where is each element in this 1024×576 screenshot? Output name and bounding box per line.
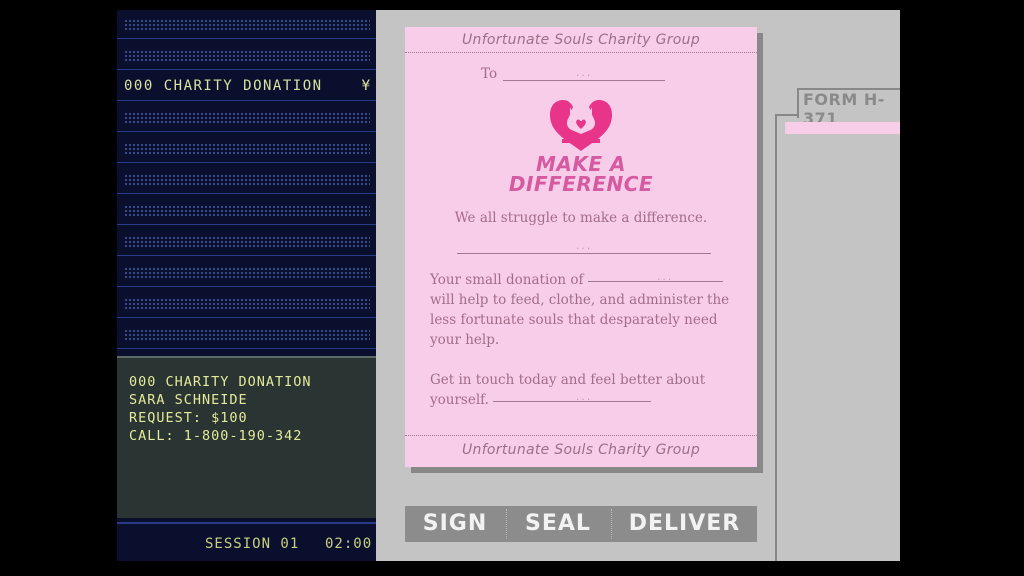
headline-line: DIFFERENCE: [508, 172, 654, 196]
form-folder[interactable]: [775, 114, 900, 561]
sign-button[interactable]: SIGN: [405, 506, 505, 542]
action-button-bar: SIGN SEAL DELIVER: [405, 506, 757, 542]
field-marker: ...: [656, 273, 673, 283]
session-timer: 02:00: [325, 536, 373, 552]
message-slot-empty: [117, 165, 376, 194]
detail-line: REQUEST: $100: [129, 410, 248, 426]
headline: MAKE A DIFFERENCE: [405, 154, 757, 194]
message-list-panel: 000 CHARITY DONATION ¥ 000 CHARITY DONAT…: [117, 10, 376, 561]
field-marker: ...: [575, 393, 592, 403]
session-label: SESSION 01: [205, 536, 300, 552]
call-to-action: Get in touch today and feel better about…: [430, 370, 740, 410]
field-marker: ...: [575, 69, 592, 79]
body-prefix: Your small donation of: [430, 272, 584, 288]
footer-divider: [405, 435, 757, 436]
to-label: To: [481, 66, 498, 82]
session-status-bar: SESSION 01 02:00: [117, 522, 376, 561]
message-slot-empty: [117, 134, 376, 163]
deliver-button[interactable]: DELIVER: [612, 506, 757, 542]
message-slot-empty: [117, 258, 376, 287]
contact-field[interactable]: [493, 401, 652, 402]
org-footer: Unfortunate Souls Charity Group: [461, 442, 701, 458]
heart-hands-icon: [550, 100, 612, 151]
cta-line: yourself.: [430, 392, 489, 408]
selection-marker-icon: ¥: [361, 78, 370, 94]
charity-form-document[interactable]: Unfortunate Souls Charity Group To ... M…: [405, 27, 757, 467]
signature-line[interactable]: [457, 253, 711, 254]
header-divider: [405, 52, 757, 53]
message-slot-empty: [117, 289, 376, 318]
detail-line: CALL: 1-800-190-342: [129, 428, 303, 444]
form-paper-edge: [785, 122, 900, 134]
body-rest: will help to feed, clothe, and administe…: [430, 292, 730, 348]
seal-button[interactable]: SEAL: [507, 506, 609, 542]
cta-line: Get in touch today and feel better about: [430, 372, 706, 388]
field-marker: ...: [575, 242, 592, 252]
message-slot-empty: [117, 103, 376, 132]
game-screen: 000 CHARITY DONATION ¥ 000 CHARITY DONAT…: [117, 10, 900, 561]
headline-line: MAKE A: [536, 152, 626, 176]
org-header: Unfortunate Souls Charity Group: [461, 32, 701, 48]
donation-paragraph: Your small donation of will help to feed…: [430, 270, 740, 350]
message-slot-selected[interactable]: 000 CHARITY DONATION ¥: [117, 72, 376, 101]
message-slot-empty: [117, 196, 376, 225]
message-slot-empty: [117, 320, 376, 349]
detail-line: SARA SCHNEIDE: [129, 392, 248, 408]
message-detail-box: 000 CHARITY DONATION SARA SCHNEIDE REQUE…: [117, 356, 376, 518]
detail-line: 000 CHARITY DONATION: [129, 374, 312, 390]
message-slot-empty: [117, 10, 376, 39]
message-slot-empty: [117, 227, 376, 256]
tagline: We all struggle to make a difference.: [454, 210, 708, 226]
recipient-field[interactable]: [503, 80, 665, 81]
message-slot-empty: [117, 41, 376, 70]
message-title: 000 CHARITY DONATION: [124, 78, 323, 94]
